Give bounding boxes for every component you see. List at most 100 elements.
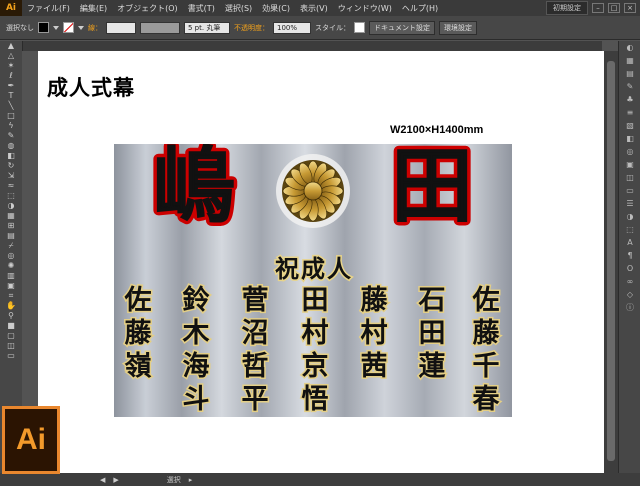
hand-tool-icon[interactable]: ✋ [0, 301, 22, 311]
artboard[interactable]: 成人式幕 W2100×H1400mm 嶋 嶋 田 田 祝成人 佐 藤 千 春 石… [38, 51, 604, 473]
opentype-icon[interactable]: O [619, 262, 640, 275]
artboard-nav-next-icon[interactable]: ▶ [109, 476, 122, 484]
dimensions-label[interactable]: W2100×H1400mm [390, 124, 483, 136]
align-icon[interactable]: ☰ [619, 197, 640, 210]
symbol-sprayer-tool-icon[interactable]: ✺ [0, 261, 22, 271]
chevron-down-icon[interactable] [53, 25, 59, 30]
menu-window[interactable]: ウィンドウ(W) [333, 3, 397, 14]
name-char: 平 [242, 384, 269, 415]
maximize-icon[interactable]: □ [608, 3, 620, 13]
name-char: 哲 [242, 350, 269, 382]
opacity-field[interactable]: 100% [273, 21, 311, 34]
rotate-tool-icon[interactable]: ↻ [0, 161, 22, 171]
pathfinder-icon[interactable]: ◑ [619, 210, 640, 223]
scale-tool-icon[interactable]: ⇲ [0, 171, 22, 181]
blob-brush-tool-icon[interactable]: ◍ [0, 141, 22, 151]
artboards-icon[interactable]: ▭ [619, 184, 640, 197]
menu-edit[interactable]: 編集(E) [75, 3, 112, 14]
type-tool-icon[interactable]: T [0, 91, 22, 101]
brush-definition[interactable]: 5 pt. 丸筆 [184, 21, 230, 34]
banner-artwork[interactable]: 嶋 嶋 田 田 祝成人 佐藤千春石田蓮藤村茜田村京悟菅沼哲平鈴木海斗佐藤嶺 [114, 144, 512, 417]
color-panel-icon[interactable]: ◐ [619, 41, 640, 54]
direct-selection-tool-icon[interactable]: △ [0, 51, 22, 61]
mesh-tool-icon[interactable]: ⊞ [0, 221, 22, 231]
close-icon[interactable]: × [624, 3, 636, 13]
stroke-label[interactable]: 線： [88, 23, 102, 33]
gradient-panel-icon[interactable]: ▧ [619, 119, 640, 132]
paintbrush-tool-icon[interactable]: ϟ [0, 121, 22, 131]
preferences-button[interactable]: 環境設定 [439, 20, 477, 35]
graphic-styles-icon[interactable]: ▣ [619, 158, 640, 171]
menu-effect[interactable]: 効果(C) [257, 3, 295, 14]
pen-tool-icon[interactable]: ✒ [0, 81, 22, 91]
opacity-label[interactable]: 不透明度： [234, 23, 269, 33]
stroke-panel-icon[interactable]: ≡ [619, 106, 640, 119]
width-tool-icon[interactable]: ≈ [0, 181, 22, 191]
chevron-down-icon[interactable] [78, 25, 84, 30]
symbols-icon[interactable]: ♣ [619, 93, 640, 106]
character-icon[interactable]: A [619, 236, 640, 249]
transform-icon[interactable]: ⬚ [619, 223, 640, 236]
name-char: 藤 [473, 318, 501, 349]
name-char: 悟 [302, 384, 329, 415]
gradient-tool-icon[interactable]: ▤ [0, 231, 22, 241]
swatches-icon[interactable]: ▤ [619, 67, 640, 80]
slice-tool-icon[interactable]: ⌗ [0, 291, 22, 301]
fill-stroke-icon[interactable]: ■ [0, 321, 22, 331]
document-setup-button[interactable]: ドキュメント設定 [369, 20, 435, 35]
graphic-style-swatch[interactable] [354, 22, 365, 33]
paragraph-icon[interactable]: ¶ [619, 249, 640, 262]
menu-file[interactable]: ファイル(F) [22, 3, 75, 14]
status-bar: ◀ ▶ 選択 ▸ [0, 473, 640, 486]
blend-tool-icon[interactable]: ◎ [0, 251, 22, 261]
color-guide-icon[interactable]: ▦ [619, 54, 640, 67]
stroke-swatch[interactable] [63, 22, 74, 33]
navigator-icon[interactable]: ◇ [619, 288, 640, 301]
status-menu-icon[interactable]: ▸ [185, 476, 197, 484]
color-mode-icon[interactable]: ▢ [0, 331, 22, 341]
stroke-weight-field[interactable] [106, 21, 136, 34]
screen-mode-icon[interactable]: ▭ [0, 351, 22, 361]
illustrator-logo: Ai [2, 406, 60, 474]
artboard-tool-icon[interactable]: ▣ [0, 281, 22, 291]
artboard-title[interactable]: 成人式幕 [47, 72, 135, 102]
panel-dock: ◐ ▦ ▤ ✎ ♣ ≡ ▧ ◧ ◎ ▣ ◫ ▭ ☰ ◑ ⬚ A ¶ O ∞ ◇ … [618, 41, 640, 473]
brushes-icon[interactable]: ✎ [619, 80, 640, 93]
name-char: 田 [302, 285, 329, 316]
selection-status: 選択なし [6, 23, 34, 32]
pencil-tool-icon[interactable]: ✎ [0, 131, 22, 141]
selection-tool-icon[interactable]: ▲ [0, 41, 22, 51]
magic-wand-tool-icon[interactable]: ✶ [0, 61, 22, 71]
vertical-scrollbar[interactable] [604, 51, 618, 473]
rectangle-tool-icon[interactable]: □ [0, 111, 22, 121]
appearance-icon[interactable]: ◎ [619, 145, 640, 158]
zoom-tool-icon[interactable]: ⚲ [0, 311, 22, 321]
minimize-icon[interactable]: – [592, 3, 604, 13]
info-icon[interactable]: ⓘ [619, 301, 640, 314]
line-tool-icon[interactable]: ╲ [0, 101, 22, 111]
name-char: 茜 [361, 351, 388, 382]
column-graph-tool-icon[interactable]: ▥ [0, 271, 22, 281]
menu-type[interactable]: 書式(T) [183, 3, 220, 14]
fill-swatch[interactable] [38, 22, 49, 33]
menu-select[interactable]: 選択(S) [220, 3, 257, 14]
lasso-tool-icon[interactable]: ℓ [0, 71, 22, 81]
menu-object[interactable]: オブジェクト(O) [112, 3, 183, 14]
transparency-icon[interactable]: ◧ [619, 132, 640, 145]
menu-help[interactable]: ヘルプ(H) [397, 3, 443, 14]
scrollbar-thumb[interactable] [607, 61, 615, 461]
menu-view[interactable]: 表示(V) [295, 3, 333, 14]
shape-builder-tool-icon[interactable]: ◑ [0, 201, 22, 211]
draw-mode-icon[interactable]: ◫ [0, 341, 22, 351]
status-tool[interactable]: 選択 [163, 475, 185, 485]
eyedropper-tool-icon[interactable]: ⌿ [0, 241, 22, 251]
free-transform-tool-icon[interactable]: ⬚ [0, 191, 22, 201]
workspace-switcher[interactable]: 初期設定 [546, 1, 588, 15]
eraser-tool-icon[interactable]: ◧ [0, 151, 22, 161]
variable-width-profile[interactable] [140, 21, 180, 34]
name-char: 村 [361, 318, 388, 349]
artboard-nav-prev-icon[interactable]: ◀ [96, 476, 109, 484]
layers-icon[interactable]: ◫ [619, 171, 640, 184]
links-icon[interactable]: ∞ [619, 275, 640, 288]
perspective-grid-tool-icon[interactable]: ▦ [0, 211, 22, 221]
